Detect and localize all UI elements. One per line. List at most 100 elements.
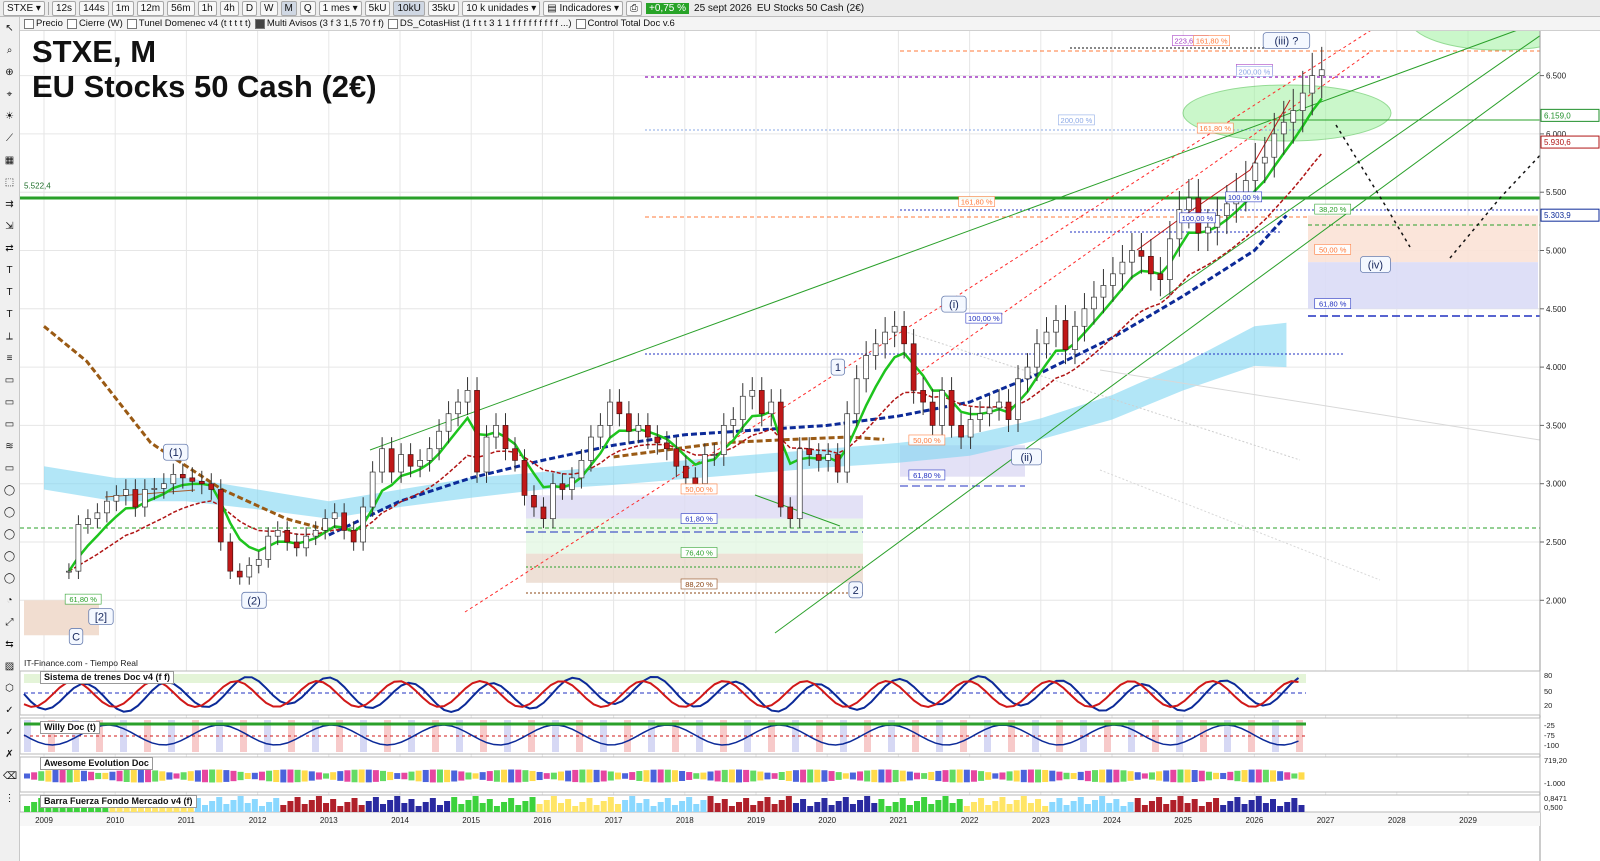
- fuerza-bar: [992, 801, 999, 812]
- x-tick-label: 2017: [605, 816, 623, 825]
- period-button-M[interactable]: M: [280, 0, 297, 16]
- study-item[interactable]: Precio: [24, 18, 63, 29]
- awesome-bar: [230, 770, 237, 782]
- tool-icon[interactable]: ⋮: [3, 792, 16, 805]
- tool-icon[interactable]: ◯: [3, 506, 16, 519]
- tool-icon[interactable]: ◔: [3, 594, 16, 607]
- period-button-144s[interactable]: 144s: [79, 0, 109, 16]
- wave-label: C: [72, 631, 80, 643]
- period-button-56m[interactable]: 56m: [167, 0, 195, 16]
- fuerza-bar: [344, 802, 351, 812]
- tool-icon[interactable]: ◯: [3, 572, 16, 585]
- awesome-bar: [629, 772, 636, 780]
- units-selector[interactable]: 10 k unidades ▾: [462, 0, 541, 16]
- tool-icon[interactable]: T: [3, 308, 16, 321]
- tool-icon[interactable]: ⟋: [3, 132, 16, 145]
- awesome-bar: [671, 770, 678, 782]
- candle: [66, 570, 72, 573]
- tool-icon[interactable]: ◯: [3, 528, 16, 541]
- awesome-bar: [209, 769, 216, 783]
- study-checkbox[interactable]: [24, 18, 34, 29]
- candle: [1223, 203, 1230, 216]
- study-checkbox[interactable]: [254, 18, 265, 29]
- tool-icon[interactable]: ◯: [3, 550, 16, 563]
- tool-icon[interactable]: ▨: [3, 660, 16, 673]
- panel-scale-label: -25: [1544, 721, 1555, 730]
- tool-icon[interactable]: ⇄: [3, 242, 16, 255]
- period-button-1h[interactable]: 1h: [197, 0, 217, 16]
- tool-icon[interactable]: ⇆: [3, 638, 16, 651]
- tool-icon[interactable]: ⟂: [3, 330, 16, 343]
- candle: [777, 401, 784, 508]
- study-item[interactable]: Multi Avisos (3 f 3 1,5 70 f f): [254, 18, 384, 29]
- study-item[interactable]: Tunel Domenec v4 (t t t t t): [126, 18, 251, 29]
- tool-icon[interactable]: ⊕: [3, 66, 16, 79]
- study-checkbox[interactable]: [66, 18, 77, 29]
- tool-icon[interactable]: ⇉: [3, 198, 16, 211]
- print-button[interactable]: ⎙: [626, 0, 643, 16]
- awesome-bar: [949, 769, 956, 783]
- tool-icon[interactable]: ☀: [3, 110, 16, 123]
- tool-icon[interactable]: ▭: [3, 396, 16, 409]
- chart-area[interactable]: (1)(2)[2]C12(i)(ii)(iii) ?(iv)223,60 %22…: [0, 0, 1600, 861]
- awesome-bar: [358, 769, 365, 783]
- tool-icon[interactable]: ⬡: [3, 682, 16, 695]
- candle: [1318, 69, 1325, 76]
- study-item[interactable]: DS_CotasHist (1 f t t 3 1 1 f f f f f f …: [387, 18, 572, 29]
- unit-button-5kU[interactable]: 5kU: [364, 0, 391, 16]
- study-checkbox[interactable]: [387, 18, 398, 29]
- tool-icon[interactable]: ⇲: [3, 220, 16, 233]
- tool-icon[interactable]: ✓: [3, 726, 16, 739]
- tool-icon[interactable]: ▭: [3, 418, 16, 431]
- fuerza-bar: [871, 803, 878, 812]
- study-item[interactable]: Control Total Doc v.6: [575, 18, 675, 29]
- awesome-bar: [351, 769, 358, 783]
- candle: [141, 489, 148, 508]
- fuerza-bar: [1248, 800, 1255, 812]
- period-button-12m[interactable]: 12m: [136, 0, 165, 16]
- tool-icon[interactable]: ≡: [3, 352, 16, 365]
- wave-label: 2: [853, 585, 859, 597]
- period-button-12s[interactable]: 12s: [51, 0, 77, 16]
- tool-icon[interactable]: ⤢: [3, 616, 16, 629]
- tool-icon[interactable]: ≋: [3, 440, 16, 453]
- tool-icon[interactable]: ✗: [3, 748, 16, 761]
- y-tick-label: 2.500: [1546, 538, 1567, 547]
- candle: [455, 401, 461, 415]
- study-checkbox[interactable]: [575, 18, 586, 29]
- period-button-D[interactable]: D: [241, 0, 258, 16]
- awesome-bar: [963, 769, 970, 783]
- tool-icon[interactable]: ⬚: [3, 176, 16, 189]
- period-button-4h[interactable]: 4h: [219, 0, 239, 16]
- awesome-bar: [415, 770, 422, 782]
- period-button-W[interactable]: W: [260, 0, 278, 16]
- wave-label: (iii) ?: [1275, 36, 1299, 48]
- period-button-Q[interactable]: Q: [299, 0, 316, 16]
- tool-icon[interactable]: ↖: [3, 22, 16, 35]
- unit-button-35kU[interactable]: 35kU: [427, 0, 460, 16]
- period-button-1m[interactable]: 1m: [111, 0, 134, 16]
- awesome-bar: [736, 769, 742, 783]
- tool-icon[interactable]: ▭: [3, 374, 16, 387]
- range-selector[interactable]: 1 mes ▾: [318, 0, 362, 16]
- awesome-bar: [942, 770, 949, 782]
- tool-icon[interactable]: ⌫: [3, 770, 17, 783]
- awesome-bar: [1106, 769, 1113, 783]
- awesome-bar: [244, 773, 251, 779]
- fuerza-bar: [878, 799, 885, 812]
- awesome-bar: [394, 773, 401, 779]
- unit-button-10kU[interactable]: 10kU: [393, 0, 425, 16]
- awesome-bar: [52, 769, 59, 783]
- tool-icon[interactable]: T: [3, 286, 16, 299]
- tool-icon[interactable]: ◯: [3, 484, 16, 497]
- study-item[interactable]: Cierre (W): [66, 18, 123, 29]
- tool-icon[interactable]: ▦: [3, 154, 16, 167]
- tool-icon[interactable]: ▭: [3, 462, 16, 475]
- tool-icon[interactable]: ⌕: [3, 44, 16, 57]
- tool-icon[interactable]: ✓: [3, 704, 16, 717]
- tool-icon[interactable]: T: [3, 264, 16, 277]
- study-checkbox[interactable]: [126, 18, 137, 29]
- tool-icon[interactable]: ⌖: [3, 88, 16, 101]
- symbol-selector[interactable]: STXE ▾: [3, 0, 45, 16]
- indicators-button[interactable]: ▤ Indicadores ▾: [543, 0, 624, 16]
